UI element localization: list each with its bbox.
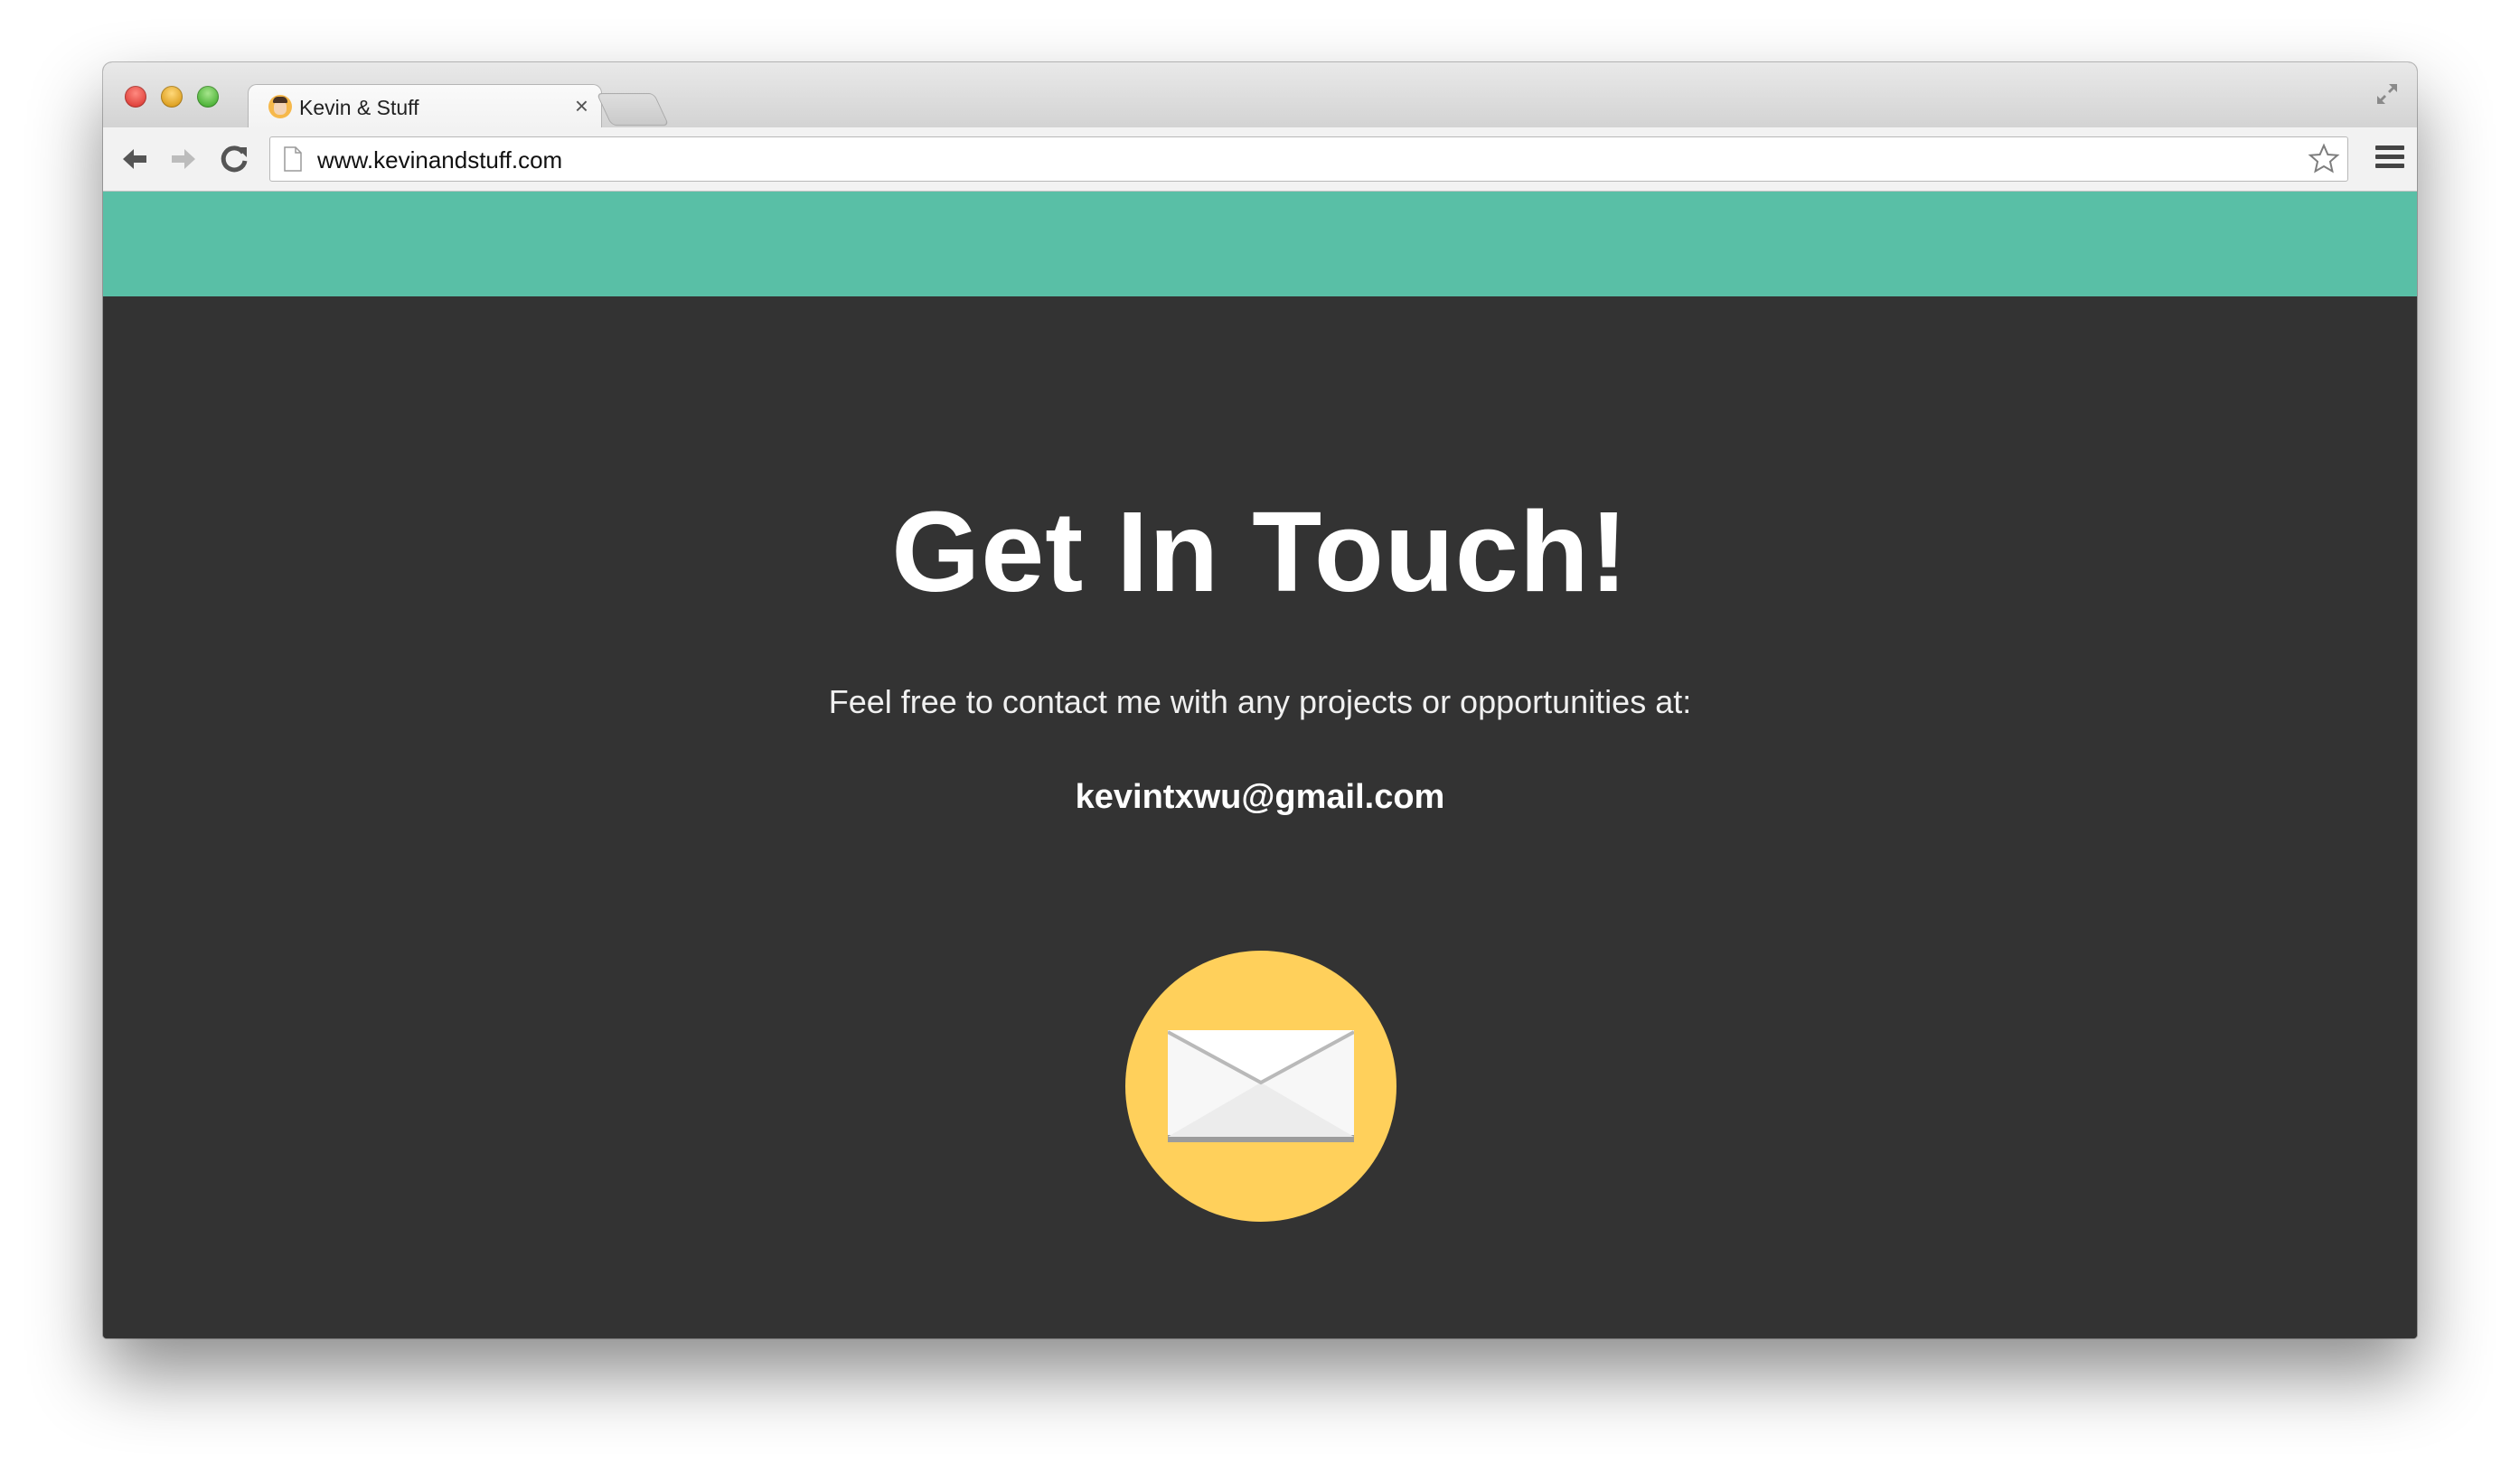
tab-close-icon[interactable]: × <box>575 92 588 119</box>
mail-button[interactable] <box>1125 951 1396 1222</box>
back-arrow-icon[interactable] <box>118 142 152 176</box>
window-zoom-button[interactable] <box>197 86 219 108</box>
browser-toolbar: www.kevinandstuff.com <box>103 127 2417 192</box>
avatar-favicon-icon <box>268 95 292 118</box>
fullscreen-icon[interactable] <box>2374 80 2401 108</box>
tab-strip: Kevin & Stuff × <box>103 62 2417 130</box>
page-icon <box>284 146 302 172</box>
contact-subtitle: Feel free to contact me with any project… <box>828 683 1692 720</box>
url-text[interactable]: www.kevinandstuff.com <box>317 146 562 174</box>
page-content: Get In Touch! Feel free to contact me wi… <box>103 192 2417 1338</box>
header-band <box>103 192 2417 296</box>
window-close-button[interactable] <box>125 86 146 108</box>
contact-email[interactable]: kevintxwu@gmail.com <box>103 778 2417 817</box>
star-icon[interactable] <box>2308 143 2340 175</box>
new-tab-button[interactable] <box>596 93 670 126</box>
contact-heading: Get In Touch! <box>891 488 1629 615</box>
window-minimize-button[interactable] <box>161 86 183 108</box>
forward-arrow-icon[interactable] <box>166 142 201 176</box>
tab-title: Kevin & Stuff <box>299 96 419 119</box>
browser-window: Kevin & Stuff × www.kevinandstuff.com Ge… <box>103 62 2417 1338</box>
hamburger-menu-icon[interactable] <box>2375 145 2404 173</box>
browser-tab-active[interactable]: Kevin & Stuff × <box>248 84 602 130</box>
reload-icon[interactable] <box>217 142 251 176</box>
address-bar[interactable]: www.kevinandstuff.com <box>269 136 2348 182</box>
envelope-icon <box>1168 1030 1354 1142</box>
